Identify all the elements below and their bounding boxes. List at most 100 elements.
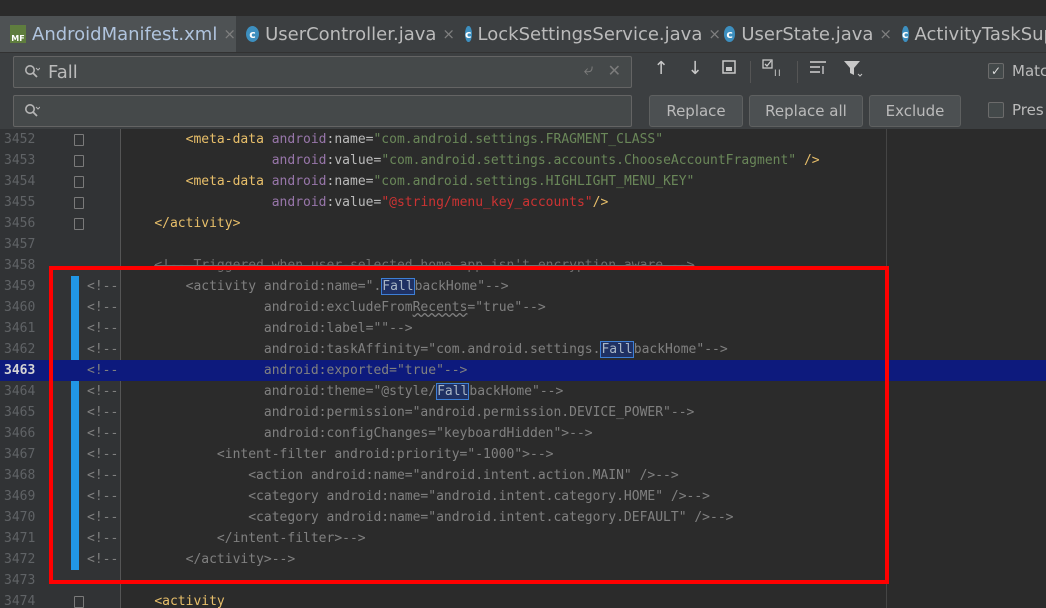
- tab-locksettingsservice[interactable]: c LockSettingsService.java ×: [455, 16, 721, 52]
- replace-button[interactable]: Replace: [649, 95, 743, 127]
- clear-search-icon[interactable]: ✕: [608, 61, 621, 80]
- line-number: 3466: [4, 426, 36, 441]
- comment-prefix: <!--: [87, 279, 119, 294]
- preserve-case-checkbox[interactable]: [988, 102, 1004, 118]
- code-line[interactable]: 3464 <!-- android:theme="@style/FallbackH…: [0, 381, 1046, 402]
- code-token: <category android:name="android.intent.c…: [248, 510, 734, 525]
- java-class-icon: c: [902, 26, 909, 42]
- search-input[interactable]: [48, 57, 565, 87]
- code-line[interactable]: 3462 <!-- android:taskAffinity="com.andro…: [0, 339, 1046, 360]
- code-line[interactable]: 3461 <!-- android:label=""-->: [0, 318, 1046, 339]
- code-token: "com.android.settings.HIGHLIGHT_MENU_KEY…: [373, 174, 695, 189]
- select-all-occurrences-icon[interactable]: [719, 58, 739, 81]
- code-line[interactable]: 3458 <!-- Triggered when user-selected h…: [0, 255, 1046, 276]
- search-icon[interactable]: [24, 64, 40, 80]
- close-tab-icon[interactable]: ×: [879, 25, 892, 43]
- new-line-icon[interactable]: ⤶: [583, 60, 593, 80]
- search-field[interactable]: ⤶ ✕: [13, 56, 632, 88]
- code-line[interactable]: 3467 <!-- <intent-filter android:priority…: [0, 444, 1046, 465]
- toolbar-separator: [797, 61, 798, 83]
- code-line[interactable]: 3454 <meta-data android:name="com.androi…: [0, 171, 1046, 192]
- next-occurrence-icon[interactable]: ↓: [685, 58, 705, 79]
- code-token: <activity android:name=".: [185, 279, 382, 294]
- select-matches-icon[interactable]: II: [761, 58, 785, 83]
- line-number: 3463: [4, 363, 36, 378]
- code-token: />: [796, 153, 820, 168]
- code-editor[interactable]: 3452 <meta-data android:name="com.androi…: [0, 129, 1046, 608]
- code-token: android:excludeFrom: [263, 300, 413, 315]
- preserve-case-label: Pres: [1012, 101, 1044, 119]
- close-tab-icon[interactable]: ×: [223, 25, 236, 43]
- code-token: <intent-filter android:priority="-1000">…: [216, 447, 554, 462]
- fold-marker-icon[interactable]: [74, 596, 84, 608]
- comment-prefix: <!--: [87, 468, 119, 483]
- fold-marker-icon[interactable]: [74, 197, 84, 209]
- code-token: android:permission="android.permission.D…: [263, 405, 695, 420]
- code-token: "com.android.settings.FRAGMENT_CLASS": [373, 132, 664, 147]
- code-line[interactable]: 3473: [0, 570, 1046, 591]
- code-line[interactable]: 3455 android:value="@string/menu_key_acc…: [0, 192, 1046, 213]
- replace-field[interactable]: [13, 95, 632, 127]
- code-line-current[interactable]: 3463 <!-- android:exported="true"-->: [0, 360, 1046, 381]
- code-line[interactable]: 3459 <!-- <activity android:name=".Fallba…: [0, 276, 1046, 297]
- code-line[interactable]: 3471 <!-- </intent-filter>-->: [0, 528, 1046, 549]
- match-case-checkbox[interactable]: ✓: [988, 63, 1004, 79]
- code-token: <action android:name="android.intent.act…: [248, 468, 679, 483]
- line-number: 3462: [4, 342, 36, 357]
- code-line[interactable]: 3469 <!-- <category android:name="android…: [0, 486, 1046, 507]
- close-tab-icon[interactable]: ×: [442, 25, 455, 43]
- code-token: backHome"-->: [414, 279, 509, 294]
- search-icon[interactable]: [24, 103, 40, 119]
- code-line[interactable]: 3468 <!-- <action android:name="android.i…: [0, 465, 1046, 486]
- code-text: android:value="com.android.settings.acco…: [123, 150, 820, 171]
- filter-lines-icon[interactable]: [807, 58, 829, 81]
- line-number: 3457: [4, 237, 36, 252]
- fold-marker-icon[interactable]: [74, 176, 84, 188]
- tab-label: LockSettingsService.java: [477, 23, 703, 45]
- code-token: ="true"-->: [467, 300, 546, 315]
- code-line[interactable]: 3453 android:value="com.android.settings…: [0, 150, 1046, 171]
- code-line[interactable]: 3456 </activity>: [0, 213, 1046, 234]
- java-class-icon: c: [724, 26, 736, 42]
- fold-marker-icon[interactable]: [74, 134, 84, 146]
- line-number: 3465: [4, 405, 36, 420]
- search-match: Fall: [600, 341, 634, 358]
- code-text: android:exported="true"-->: [123, 360, 468, 381]
- comment-prefix: <!--: [87, 531, 119, 546]
- filter-icon[interactable]: [842, 58, 864, 83]
- code-text: android:configChanges="keyboardHidden">-…: [123, 423, 593, 444]
- code-line[interactable]: 3460 <!-- android:excludeFromRecents="tru…: [0, 297, 1046, 318]
- code-line[interactable]: 3470 <!-- <category android:name="android…: [0, 507, 1046, 528]
- tab-usercontroller[interactable]: c UserController.java ×: [236, 16, 455, 52]
- tab-userstate[interactable]: c UserState.java ×: [714, 16, 892, 52]
- code-line[interactable]: 3474 <activity: [0, 591, 1046, 608]
- code-token: android:label=""-->: [263, 321, 413, 336]
- tab-activitytasksup[interactable]: c ActivityTaskSup: [892, 16, 1046, 52]
- code-line[interactable]: 3465 <!-- android:permission="android.per…: [0, 402, 1046, 423]
- previous-occurrence-icon[interactable]: ↑: [651, 58, 671, 79]
- code-line[interactable]: 3466 <!-- android:configChanges="keyboard…: [0, 423, 1046, 444]
- code-line[interactable]: 3452 <meta-data android:name="com.androi…: [0, 129, 1046, 150]
- exclude-button[interactable]: Exclude: [869, 95, 961, 127]
- code-line[interactable]: 3457: [0, 234, 1046, 255]
- code-text: android:theme="@style/FallbackHome"-->: [123, 381, 563, 402]
- fold-marker-icon[interactable]: [74, 155, 84, 167]
- line-number: 3458: [4, 258, 36, 273]
- code-text: </activity>-->: [123, 549, 296, 570]
- code-token: :name=: [326, 132, 374, 147]
- replace-all-button[interactable]: Replace all: [749, 95, 863, 127]
- code-line[interactable]: 3472 <!-- </activity>-->: [0, 549, 1046, 570]
- code-text: android:label=""-->: [123, 318, 413, 339]
- fold-marker-icon[interactable]: [74, 218, 84, 230]
- code-text: android:excludeFromRecents="true"-->: [123, 297, 546, 318]
- comment-prefix: <!--: [87, 384, 119, 399]
- tab-androidmanifest[interactable]: MF AndroidManifest.xml ×: [0, 16, 236, 52]
- replace-input[interactable]: [48, 96, 565, 126]
